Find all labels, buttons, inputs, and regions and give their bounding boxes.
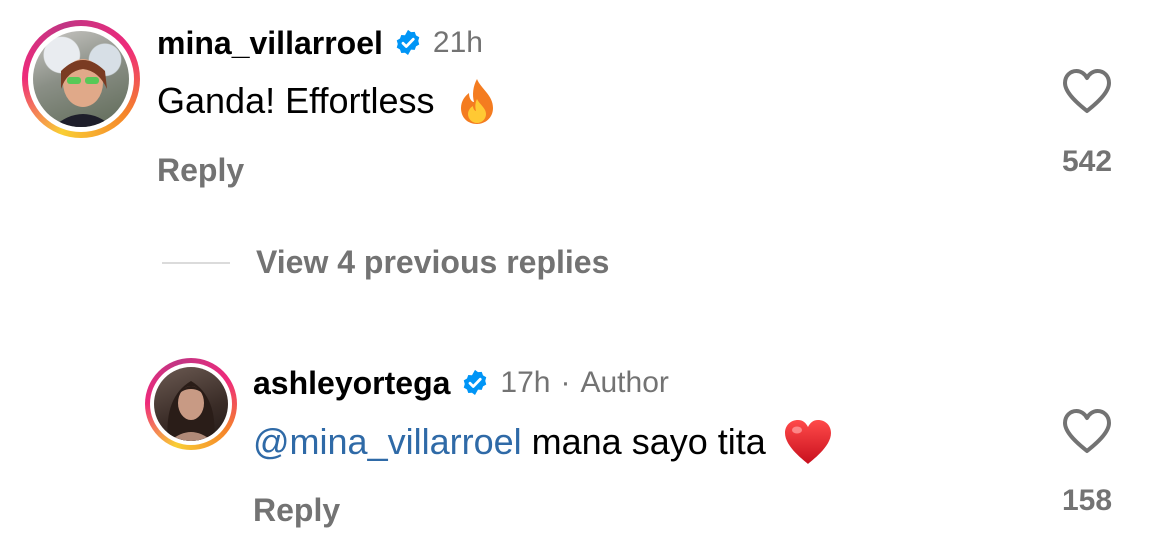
heart-outline-icon	[1063, 409, 1111, 453]
username[interactable]: ashleyortega	[253, 365, 450, 402]
avatar-photo-image	[53, 59, 113, 127]
reply-button[interactable]: Reply	[157, 152, 244, 189]
comment-body: Ganda! Effortless	[157, 76, 499, 126]
comment-text: mana sayo tita	[521, 421, 766, 462]
comment-header: ashleyortega 17h · Author	[253, 362, 669, 404]
avatar-ring-gap	[28, 26, 134, 132]
comment-text: Ganda! Effortless	[157, 80, 435, 121]
verified-badge-icon	[460, 368, 490, 398]
like-count: 542	[1061, 145, 1113, 178]
reply-button[interactable]: Reply	[253, 492, 340, 529]
comment-body: @mina_villarroel mana sayo tita	[253, 416, 834, 468]
replies-divider	[162, 262, 230, 264]
like-count: 158	[1061, 484, 1113, 517]
comment-time: 17h	[500, 366, 551, 399]
like-button[interactable]	[1059, 66, 1115, 116]
author-badge: Author	[580, 366, 669, 399]
verified-badge-icon	[393, 28, 423, 58]
avatar-ring-gap	[150, 363, 232, 445]
avatar-story-ring[interactable]	[145, 358, 237, 450]
red-heart-emoji	[782, 418, 834, 466]
like-button[interactable]	[1059, 406, 1115, 456]
fire-emoji	[455, 77, 499, 125]
comment-header: mina_villarroel 21h	[157, 22, 483, 64]
avatar-story-ring[interactable]	[22, 20, 140, 138]
view-previous-replies-button[interactable]: View 4 previous replies	[256, 244, 609, 281]
username[interactable]: mina_villarroel	[157, 25, 383, 62]
avatar	[154, 367, 228, 441]
mention-link[interactable]: @mina_villarroel	[253, 421, 522, 463]
avatar-photo-image	[167, 381, 215, 441]
meta-separator: ·	[560, 366, 571, 399]
comment-time: 21h	[432, 26, 483, 59]
avatar	[33, 31, 129, 127]
heart-outline-icon	[1063, 69, 1111, 113]
